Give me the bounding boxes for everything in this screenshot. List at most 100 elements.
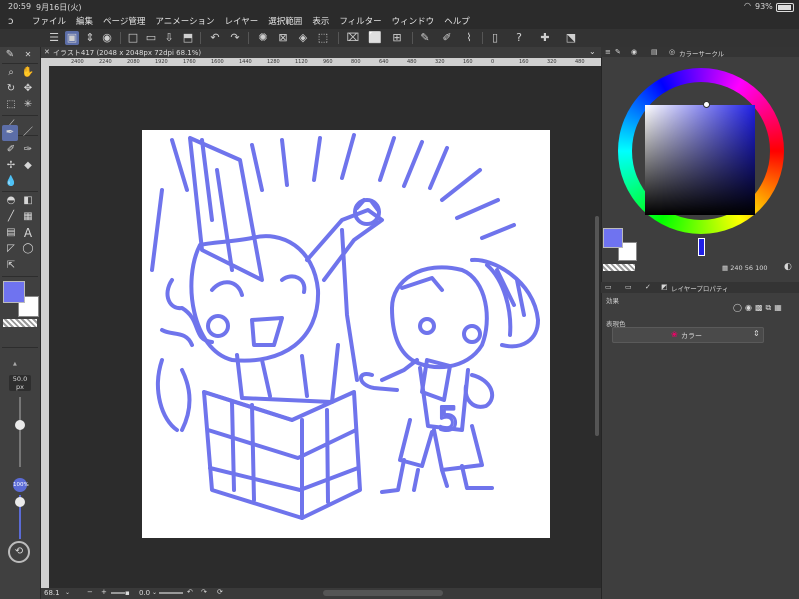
- border-effect-icon[interactable]: ◯: [733, 303, 742, 315]
- brush-size-readout[interactable]: 50.0 px: [9, 375, 31, 391]
- undo-icon[interactable]: ↶: [208, 31, 222, 45]
- layer-panel-tab2-icon[interactable]: ▭: [625, 283, 632, 291]
- hamburger-menu-icon[interactable]: ☰: [47, 31, 61, 45]
- menu-file[interactable]: ファイル: [32, 15, 66, 27]
- pen-tool-tab-icon[interactable]: ✎: [2, 47, 18, 63]
- gradient-tool-icon[interactable]: ◧: [20, 193, 36, 209]
- edit-icon[interactable]: ⬔: [564, 31, 578, 45]
- angle-dropdown-icon[interactable]: ⌄: [152, 589, 157, 596]
- zoom-slider[interactable]: [111, 592, 125, 594]
- rotate-right-icon[interactable]: ↷: [201, 588, 207, 596]
- add-icon[interactable]: ✚: [538, 31, 552, 45]
- panel-menu-icon[interactable]: ≡: [605, 48, 611, 56]
- close-palette-icon[interactable]: ✕: [20, 47, 36, 63]
- close-tab-icon[interactable]: ✕: [44, 48, 50, 56]
- line-tool-icon[interactable]: ╱: [3, 209, 19, 225]
- marker-tool-icon[interactable]: ✑: [20, 142, 36, 158]
- canvas-tab-title[interactable]: イラスト417 (2048 x 2048px 72dpi 68.1%): [53, 48, 201, 58]
- zoom-tool-icon[interactable]: ⌕: [3, 65, 19, 81]
- texture-effect-icon[interactable]: ▦: [774, 303, 782, 315]
- brush-size-slider[interactable]: [19, 397, 21, 467]
- rotate-left-icon[interactable]: ↶: [187, 588, 193, 596]
- zoom-out-icon[interactable]: −: [87, 588, 93, 596]
- menu-page[interactable]: ページ管理: [103, 15, 145, 27]
- collapse-arrow-icon[interactable]: ▲: [13, 361, 17, 367]
- brush-size-slider-handle[interactable]: [15, 420, 25, 430]
- tone-effect-icon[interactable]: ◉: [745, 303, 752, 315]
- spinner-icon[interactable]: ✺: [256, 31, 270, 45]
- panel-transparent-swatch[interactable]: [603, 264, 635, 271]
- zoom-dropdown-icon[interactable]: ⌄: [65, 589, 70, 596]
- horizontal-scrollbar[interactable]: [323, 590, 443, 596]
- brush-ruler-icon[interactable]: ✐: [440, 31, 454, 45]
- clear-icon[interactable]: ⊠: [276, 31, 290, 45]
- magic-wand-tool-icon[interactable]: ✳: [20, 97, 36, 113]
- menu-layer[interactable]: レイヤー: [225, 15, 259, 27]
- main-color-swatch[interactable]: [3, 281, 25, 303]
- ruler-tool-icon[interactable]: ◸: [3, 241, 19, 257]
- fill-icon[interactable]: ◈: [296, 31, 310, 45]
- move-tool-icon[interactable]: ✥: [20, 81, 36, 97]
- blend-tool-icon[interactable]: 💧: [3, 174, 19, 190]
- layer-property-tab-icon[interactable]: ◩: [661, 283, 668, 291]
- deselect-icon[interactable]: ⌧: [346, 31, 360, 45]
- color-set-tab-icon[interactable]: ▤: [651, 48, 658, 56]
- vertical-scrollbar[interactable]: [594, 66, 600, 588]
- menu-help[interactable]: ヘルプ: [444, 15, 470, 27]
- marquee-tool-icon[interactable]: ⬚: [3, 97, 19, 113]
- fill-tool-icon[interactable]: ◓: [3, 193, 19, 209]
- pen-tool-icon[interactable]: ✒: [2, 125, 18, 141]
- transparent-color-swatch[interactable]: [3, 319, 37, 327]
- redo-icon[interactable]: ↷: [228, 31, 242, 45]
- layer-panel-title[interactable]: レイヤープロパティ: [671, 283, 729, 293]
- opacity-slider-handle[interactable]: [15, 497, 25, 507]
- pen-ruler-icon[interactable]: ✎: [418, 31, 432, 45]
- snap-icon[interactable]: ⌇: [462, 31, 476, 45]
- frame-tool-icon[interactable]: ▤: [3, 225, 19, 241]
- balloon-tool-icon[interactable]: ◯: [20, 241, 36, 257]
- modifier-key-icon[interactable]: ⟲: [8, 541, 30, 563]
- color-panel-title[interactable]: カラーサークル: [679, 48, 724, 58]
- fit-icon[interactable]: ▪: [125, 589, 130, 597]
- brush-panel-tab-icon[interactable]: ✎: [615, 48, 621, 56]
- layer-panel-tab1-icon[interactable]: ▭: [605, 283, 612, 291]
- operation-tool-icon[interactable]: ⇱: [3, 258, 19, 274]
- color-wheel-tab-icon[interactable]: ◉: [631, 48, 637, 56]
- menu-selection[interactable]: 選択範囲: [268, 15, 302, 27]
- up-down-arrow-icon[interactable]: ⇕: [83, 31, 97, 45]
- invert-selection-icon[interactable]: ⊞: [390, 31, 404, 45]
- menu-animation[interactable]: アニメーション: [155, 15, 214, 27]
- tab-dropdown-icon[interactable]: ⌄: [589, 47, 596, 56]
- rotate-tool-icon[interactable]: ↻: [3, 81, 19, 97]
- menu-filter[interactable]: フィルター: [339, 15, 381, 27]
- layer-panel-tab3-icon[interactable]: ✓: [645, 283, 651, 291]
- layer-color-effect-icon[interactable]: ▩: [755, 303, 763, 315]
- drawing-paper[interactable]: 5: [142, 130, 550, 538]
- eye-icon[interactable]: ◉: [100, 31, 114, 45]
- menu-view[interactable]: 表示: [312, 15, 329, 27]
- pencil-tool-icon[interactable]: ／: [20, 125, 36, 141]
- saturation-value-square[interactable]: [645, 105, 755, 215]
- app-logo-icon[interactable]: ↄ: [8, 16, 20, 27]
- zoom-in-icon[interactable]: +: [101, 588, 107, 596]
- text-tool-icon[interactable]: A: [20, 225, 36, 241]
- expression-color-select[interactable]: ❀ カラー ⇕: [612, 327, 764, 343]
- help-icon[interactable]: ?: [512, 31, 526, 45]
- opacity-readout[interactable]: 100%: [13, 478, 29, 492]
- layer-mode-icon[interactable]: ▣: [65, 31, 79, 45]
- export-icon[interactable]: ⬒: [181, 31, 195, 45]
- menu-edit[interactable]: 編集: [76, 15, 93, 27]
- shape-tool-icon[interactable]: ▦: [20, 209, 36, 225]
- reset-rotation-icon[interactable]: ⟳: [217, 588, 223, 596]
- new-file-icon[interactable]: □: [126, 31, 140, 45]
- eraser-tool-icon[interactable]: ◆: [20, 158, 36, 174]
- device-icon[interactable]: ▯: [488, 31, 502, 45]
- hand-tool-icon[interactable]: ✋: [20, 65, 36, 81]
- brush-tool-icon[interactable]: ✐: [3, 142, 19, 158]
- color-settings-icon[interactable]: ◐: [784, 262, 792, 272]
- color-circle-active-icon[interactable]: ◎: [669, 48, 675, 56]
- angle-slider[interactable]: [159, 592, 183, 594]
- menu-window[interactable]: ウィンドウ: [392, 15, 435, 27]
- zoom-value[interactable]: 68.1: [44, 589, 60, 597]
- sv-picker-handle[interactable]: [703, 101, 710, 108]
